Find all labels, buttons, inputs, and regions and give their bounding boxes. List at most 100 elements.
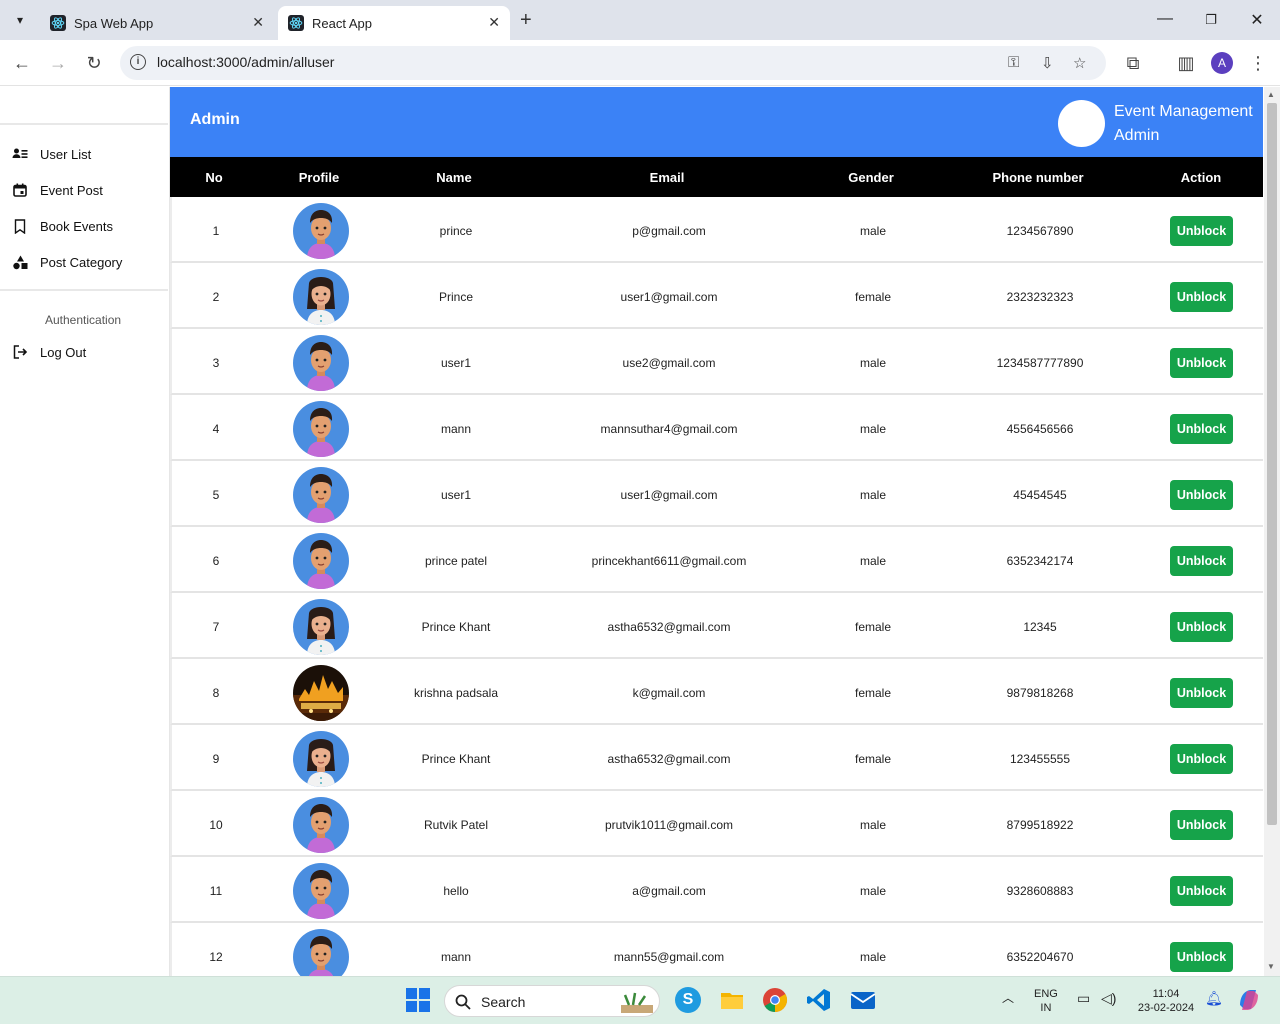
cell-name: mann xyxy=(440,950,472,964)
cell-name: Prince Khant xyxy=(421,752,491,766)
profile-avatar xyxy=(293,401,349,457)
bookmark-star-icon[interactable]: ☆ xyxy=(1073,54,1086,72)
cell-no: 12 xyxy=(209,950,223,964)
sidebar-item-user-list[interactable]: User List xyxy=(12,146,91,162)
column-header-email: Email xyxy=(649,170,685,185)
site-info-icon[interactable]: i xyxy=(130,54,146,70)
unblock-button[interactable]: Unblock xyxy=(1170,876,1233,906)
column-header-action: Action xyxy=(1180,170,1222,185)
cell-name: prince patel xyxy=(424,554,488,568)
restore-icon[interactable]: ❐ xyxy=(1199,12,1223,28)
cell-phone: 9328608883 xyxy=(1006,884,1074,898)
tray-overflow-chevron-icon[interactable]: ︿ xyxy=(1002,991,1014,1005)
volume-icon[interactable]: ◁) xyxy=(1101,991,1116,1005)
cell-gender: male xyxy=(859,356,887,370)
cell-name: hello xyxy=(443,884,469,898)
page-scrollbar[interactable]: ▲ ▼ xyxy=(1264,87,1280,976)
cell-name: Prince xyxy=(438,290,474,304)
unblock-button[interactable]: Unblock xyxy=(1170,414,1233,444)
unblock-button[interactable]: Unblock xyxy=(1170,282,1233,312)
cell-no: 1 xyxy=(212,224,220,238)
network-icon[interactable]: ▭ xyxy=(1077,991,1090,1005)
unblock-button[interactable]: Unblock xyxy=(1170,480,1233,510)
profile-avatar xyxy=(293,203,349,259)
cell-email: user1@gmail.com xyxy=(620,488,718,502)
language-indicator[interactable]: ENG IN xyxy=(1034,987,1058,1015)
scroll-down-icon[interactable]: ▼ xyxy=(1267,962,1275,971)
chrome-icon[interactable] xyxy=(762,987,788,1013)
browser-menu-icon[interactable]: ⋮ xyxy=(1247,52,1269,74)
cell-gender: male xyxy=(859,224,887,238)
sidebar-item-book-events[interactable]: Book Events xyxy=(12,218,113,234)
sidebar-item-log-out[interactable]: Log Out xyxy=(12,344,86,360)
reload-icon[interactable]: ↻ xyxy=(83,52,105,74)
extensions-puzzle-icon[interactable]: ⧉ xyxy=(1122,52,1144,74)
vscode-icon[interactable] xyxy=(806,987,832,1013)
new-tab-plus-icon[interactable]: + xyxy=(520,9,532,32)
taskbar-search-box[interactable]: Search xyxy=(444,985,660,1017)
cell-gender: female xyxy=(854,752,892,766)
unblock-button[interactable]: Unblock xyxy=(1170,810,1233,840)
cell-email: astha6532@gmail.com xyxy=(607,620,731,634)
table-row: 10 Rutvik Patel prutvik1011@gmail.com male 8… xyxy=(170,791,1263,857)
key-icon[interactable]: ⚿ xyxy=(1008,54,1019,71)
cell-email: mannsuthar4@gmail.com xyxy=(600,422,738,436)
clock[interactable]: 11:04 23-02-2024 xyxy=(1135,987,1197,1015)
profile-avatar[interactable]: A xyxy=(1211,52,1233,74)
cell-phone: 9879818268 xyxy=(1006,686,1074,700)
url-text[interactable]: localhost:3000/admin/alluser xyxy=(157,54,334,70)
calendar-icon xyxy=(12,182,28,198)
windows-start-icon[interactable] xyxy=(406,988,430,1012)
cell-gender: male xyxy=(859,554,887,568)
tab-search-dropdown-icon[interactable]: ▾ xyxy=(8,8,32,32)
cell-no: 6 xyxy=(212,554,220,568)
skype-icon[interactable]: S xyxy=(675,987,701,1013)
unblock-button[interactable]: Unblock xyxy=(1170,942,1233,972)
react-favicon-icon xyxy=(288,15,304,31)
table-row: 8 krishna padsala k@gmail.com female 9879818… xyxy=(170,659,1263,725)
mail-icon[interactable] xyxy=(850,987,876,1013)
tab-react-app[interactable]: React App ✕ xyxy=(278,6,510,40)
scroll-up-icon[interactable]: ▲ xyxy=(1267,90,1275,99)
tab-spa-web-app[interactable]: Spa Web App ✕ xyxy=(40,6,274,40)
tab-close-icon[interactable]: ✕ xyxy=(252,14,264,31)
cell-phone: 1234587777890 xyxy=(996,356,1084,370)
cell-no: 5 xyxy=(212,488,220,502)
forward-arrow-icon[interactable]: → xyxy=(47,52,69,74)
install-app-icon[interactable]: ⇩ xyxy=(1041,54,1054,72)
cell-gender: male xyxy=(859,818,887,832)
cell-name: Rutvik Patel xyxy=(423,818,489,832)
shapes-icon xyxy=(12,254,28,270)
unblock-button[interactable]: Unblock xyxy=(1170,348,1233,378)
unblock-button[interactable]: Unblock xyxy=(1170,678,1233,708)
admin-avatar[interactable] xyxy=(1058,100,1105,147)
user-table-body: 1 prince p@gmail.com male 1234567890 Unblock 2… xyxy=(170,197,1263,976)
sidebar-item-post-category[interactable]: Post Category xyxy=(12,254,122,270)
scrollbar-thumb[interactable] xyxy=(1267,103,1277,825)
file-explorer-icon[interactable] xyxy=(719,987,745,1013)
tab-close-icon[interactable]: ✕ xyxy=(488,14,500,31)
column-header-no: No xyxy=(205,170,223,185)
back-arrow-icon[interactable]: ← xyxy=(11,52,33,74)
unblock-button[interactable]: Unblock xyxy=(1170,546,1233,576)
address-bar[interactable]: i localhost:3000/admin/alluser ⚿ ⇩ ☆ xyxy=(120,46,1106,80)
sidebar-item-label: Post Category xyxy=(40,254,123,270)
browser-toolbar: ← → ↻ i localhost:3000/admin/alluser ⚿ ⇩… xyxy=(0,40,1280,86)
column-header-name: Name xyxy=(436,170,472,185)
unblock-button[interactable]: Unblock xyxy=(1170,612,1233,642)
minimize-icon[interactable]: — xyxy=(1153,10,1177,28)
table-header: No Profile Name Email Gender Phone numbe… xyxy=(170,157,1263,197)
column-header-gender: Gender xyxy=(848,170,894,185)
logout-icon xyxy=(12,344,28,360)
table-row: 4 mann mannsuthar4@gmail.com male 4556456566… xyxy=(170,395,1263,461)
copilot-icon[interactable] xyxy=(1236,987,1262,1013)
window-close-icon[interactable]: ✕ xyxy=(1245,10,1269,30)
unblock-button[interactable]: Unblock xyxy=(1170,744,1233,774)
unblock-button[interactable]: Unblock xyxy=(1170,216,1233,246)
table-row: 7 Prince Khant astha6532@gmail.com female 12… xyxy=(170,593,1263,659)
side-panel-icon[interactable]: ▥ xyxy=(1175,52,1197,74)
cell-gender: female xyxy=(854,290,892,304)
notification-bell-icon[interactable]: 🔔︎ xyxy=(1205,991,1223,1005)
column-header-phone: Phone number xyxy=(992,170,1084,185)
sidebar-item-event-post[interactable]: Event Post xyxy=(12,182,103,198)
